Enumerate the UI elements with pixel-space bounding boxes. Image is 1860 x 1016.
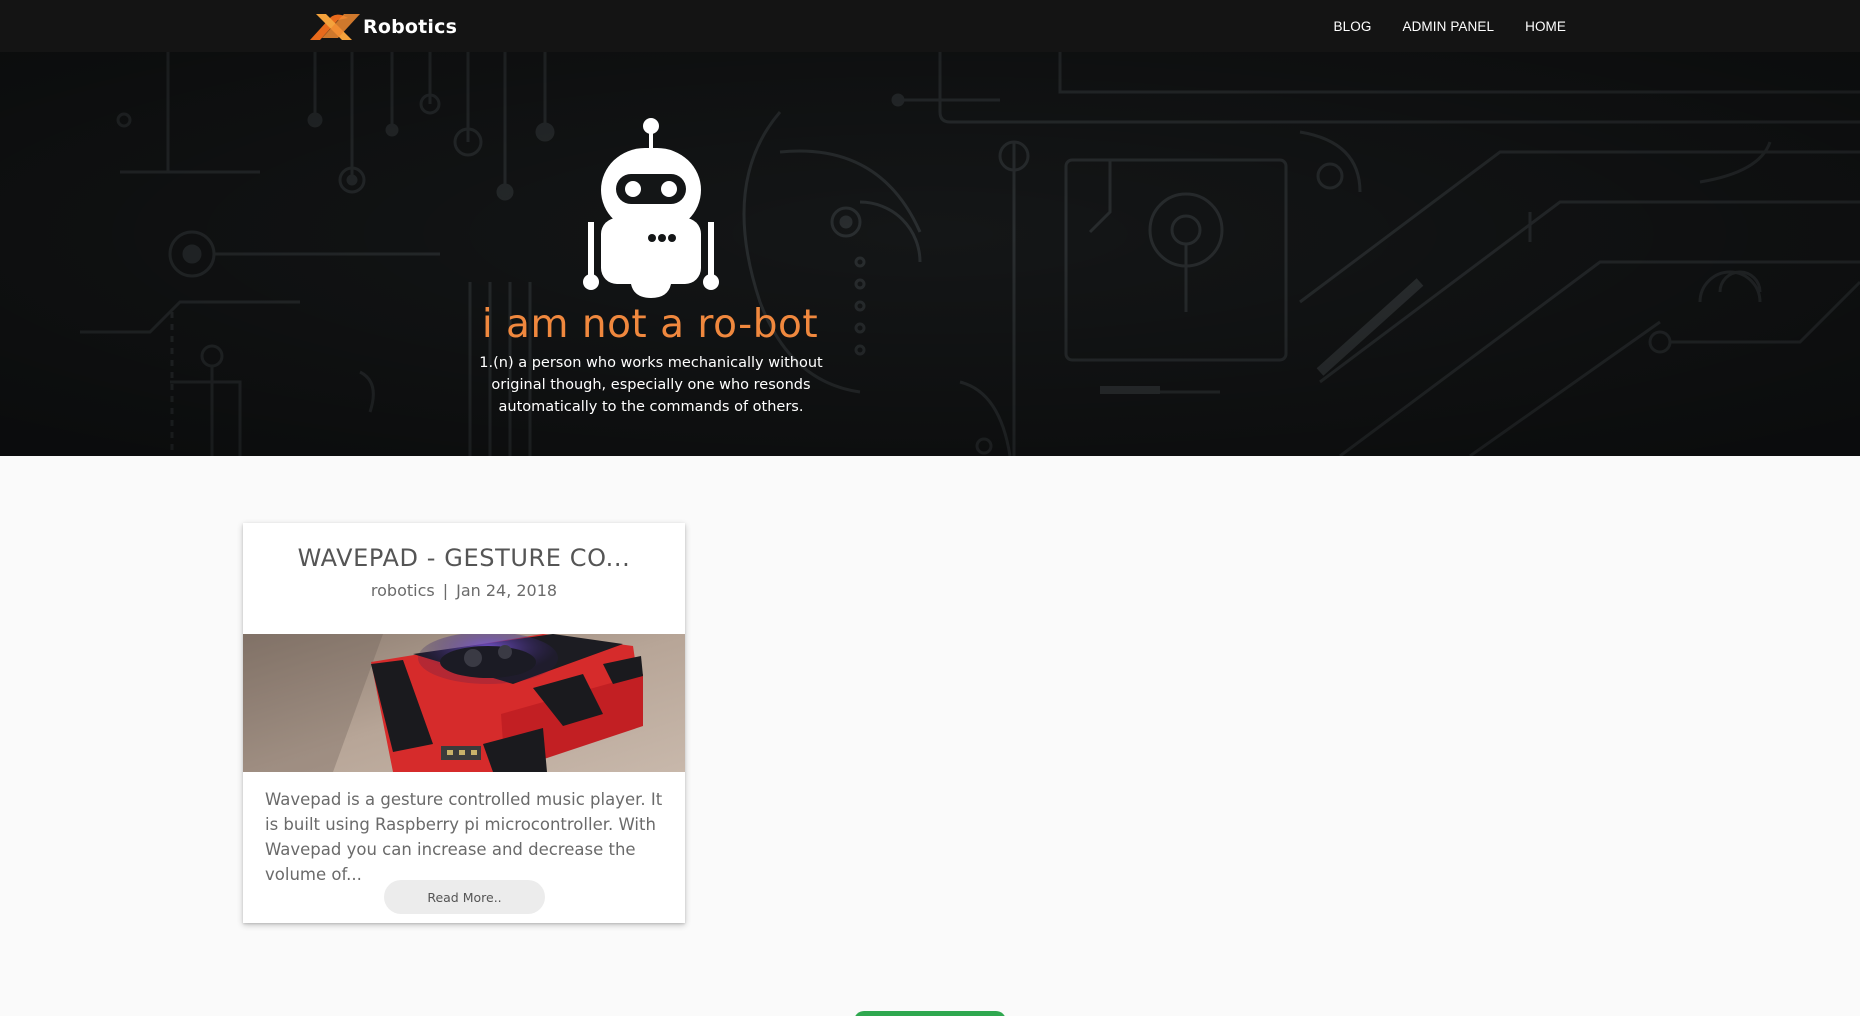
hero-title: i am not a ro-bot — [481, 302, 819, 347]
nav-link-admin-panel[interactable]: ADMIN PANEL — [1402, 19, 1494, 34]
nav-links: BLOG ADMIN PANEL HOME — [1303, 0, 1566, 52]
post-excerpt: Wavepad is a gesture controlled music pl… — [265, 790, 663, 884]
post-meta: robotics | Jan 24, 2018 — [243, 581, 685, 600]
nav-link-blog[interactable]: BLOG — [1334, 19, 1372, 34]
meta-separator: | — [442, 581, 449, 600]
bottom-green-element[interactable] — [854, 1011, 1006, 1016]
blog-post-card: WAVEPAD - GESTURE CO... robotics | Jan 24,… — [243, 523, 685, 923]
circuit-background — [0, 52, 1860, 456]
read-more-button[interactable]: Read More.. — [384, 880, 545, 914]
top-navbar: Robotics BLOG ADMIN PANEL HOME — [0, 0, 1860, 52]
x-logo-icon — [310, 14, 360, 41]
brand-link[interactable]: Robotics — [308, 12, 457, 42]
post-title[interactable]: WAVEPAD - GESTURE CO... — [243, 544, 685, 572]
nav-link-home[interactable]: HOME — [1525, 19, 1566, 34]
hero-description: 1.(n) a person who works mechanically wi… — [479, 355, 823, 415]
post-date: Jan 24, 2018 — [456, 581, 558, 600]
post-thumbnail-image[interactable] — [243, 634, 685, 772]
brand-name: Robotics — [363, 16, 458, 38]
robot-icon — [583, 118, 719, 298]
hero-banner: i am not a ro-bot 1.(n) a person who wor… — [0, 52, 1860, 456]
post-category: robotics — [370, 581, 435, 600]
